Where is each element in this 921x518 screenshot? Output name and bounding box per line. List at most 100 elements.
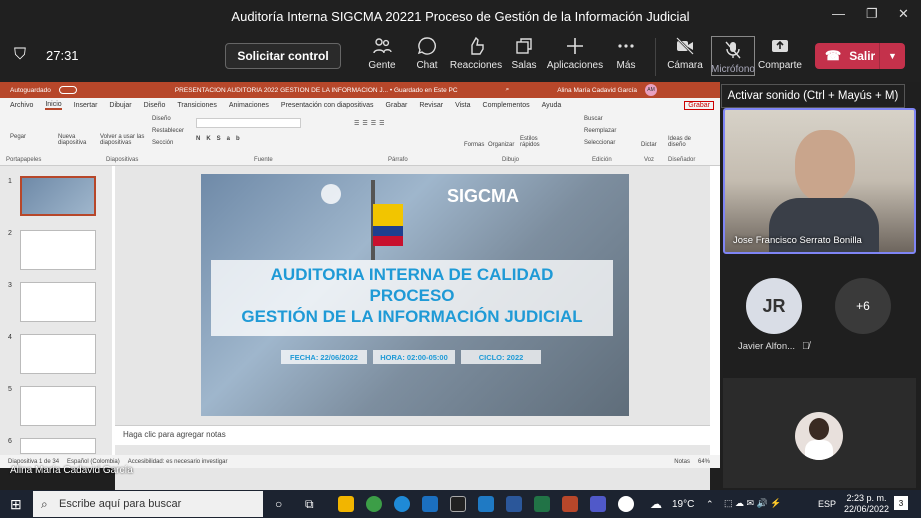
maximize-icon[interactable]: ❐ bbox=[866, 6, 878, 22]
meeting-timer: 27:31 bbox=[46, 48, 79, 63]
camera-button[interactable]: Cámara bbox=[657, 36, 713, 71]
powerpoint-icon[interactable] bbox=[562, 496, 578, 512]
microphone-button[interactable]: Micrófono bbox=[711, 36, 755, 76]
tray-chevron-icon[interactable]: ⌃ bbox=[706, 499, 714, 510]
tab-presentacion[interactable]: Presentación con diapositivas bbox=[281, 102, 374, 109]
slide-number: 5 bbox=[8, 386, 12, 393]
paste-button[interactable]: Pegar bbox=[10, 134, 26, 140]
help-icon[interactable] bbox=[618, 496, 634, 512]
slide-thumbnail[interactable] bbox=[20, 176, 96, 216]
seal-logo bbox=[321, 184, 341, 204]
notes-area[interactable]: Haga clic para agregar notas bbox=[115, 425, 710, 445]
weather-icon: ☁ bbox=[650, 497, 662, 511]
self-video-tile[interactable] bbox=[723, 378, 916, 488]
chevron-down-icon[interactable]: ▼ bbox=[879, 43, 905, 69]
request-control-button[interactable]: Solicitar control bbox=[225, 43, 341, 69]
select-button[interactable]: Seleccionar bbox=[584, 140, 615, 146]
tab-transiciones[interactable]: Transiciones bbox=[177, 102, 216, 109]
self-avatar bbox=[795, 412, 843, 460]
slide-thumbnail[interactable] bbox=[20, 386, 96, 426]
tab-complementos[interactable]: Complementos bbox=[483, 102, 530, 109]
reuse-slides-button[interactable]: Volver a usar las diapositivas bbox=[100, 134, 146, 146]
tab-revisar[interactable]: Revisar bbox=[419, 102, 443, 109]
chat-button[interactable]: Chat bbox=[399, 36, 455, 71]
muted-mic-icon: 🎙̸ bbox=[802, 341, 810, 352]
edge-icon[interactable] bbox=[394, 496, 410, 512]
chrome-icon[interactable] bbox=[366, 496, 382, 512]
slide-cycle: CICLO: 2022 bbox=[461, 350, 541, 364]
cortana-icon[interactable]: ○ bbox=[275, 497, 282, 511]
shapes-button[interactable]: Formas bbox=[464, 142, 484, 148]
replace-button[interactable]: Reemplazar bbox=[584, 128, 616, 134]
current-slide[interactable]: SIGCMA AUDITORIA INTERNA DE CALIDAD PROC… bbox=[201, 174, 629, 416]
slide-thumbnail[interactable] bbox=[20, 334, 96, 374]
task-view-icon[interactable]: ⧉ bbox=[305, 497, 314, 512]
more-participants-button[interactable]: +6 bbox=[835, 278, 891, 334]
excel-icon[interactable] bbox=[534, 496, 550, 512]
ppt-doc-title: PRESENTACION AUDITORIA 2022 GESTION DE L… bbox=[174, 86, 458, 94]
share-button[interactable]: Comparte bbox=[752, 36, 808, 71]
dictate-button[interactable]: Dictar bbox=[641, 142, 657, 148]
flag-image bbox=[373, 204, 403, 226]
notification-badge[interactable]: 3 bbox=[894, 496, 908, 510]
status-accessibility[interactable]: Accesibilidad: es necesario investigar bbox=[128, 459, 228, 465]
participant-video-tile[interactable]: Jose Francisco Serrato Bonilla bbox=[723, 108, 916, 254]
new-slide-button[interactable]: Nueva diapositiva bbox=[58, 134, 98, 146]
keyboard-language[interactable]: ESP bbox=[818, 499, 836, 509]
design-ideas-button[interactable]: Ideas de diseño bbox=[668, 136, 694, 148]
find-button[interactable]: Buscar bbox=[584, 116, 603, 122]
tab-dibujar[interactable]: Dibujar bbox=[109, 102, 131, 109]
tab-vista[interactable]: Vista bbox=[455, 102, 470, 109]
taskbar-search[interactable]: ⌕ Escribe aquí para buscar bbox=[33, 491, 263, 517]
app-icon[interactable] bbox=[450, 496, 466, 512]
tab-animaciones[interactable]: Animaciones bbox=[229, 102, 269, 109]
search-icon[interactable]: ⌕ bbox=[506, 86, 510, 94]
window-titlebar: Auditoría Interna SIGCMA 20221 Proceso d… bbox=[0, 0, 921, 32]
close-icon[interactable]: ✕ bbox=[898, 6, 909, 22]
participant-avatar[interactable]: JR bbox=[746, 278, 802, 334]
search-icon: ⌕ bbox=[41, 496, 48, 511]
taskbar-clock[interactable]: 2:23 p. m. 22/06/2022 bbox=[844, 493, 889, 515]
section-button[interactable]: Sección bbox=[152, 140, 173, 146]
windows-start-icon[interactable]: ⊞ bbox=[10, 496, 22, 513]
mail-icon[interactable] bbox=[478, 496, 494, 512]
file-explorer-icon[interactable] bbox=[338, 496, 354, 512]
layout-button[interactable]: Diseño bbox=[152, 116, 171, 122]
participant-name: Jose Francisco Serrato Bonilla bbox=[733, 235, 862, 246]
quick-styles-button[interactable]: Estilos rápidos bbox=[520, 136, 544, 148]
word-icon[interactable] bbox=[506, 496, 522, 512]
autosave-toggle[interactable] bbox=[58, 86, 77, 94]
camera-label: Cámara bbox=[667, 60, 703, 71]
tab-ayuda[interactable]: Ayuda bbox=[542, 102, 562, 109]
font-format-icons[interactable]: NKSab bbox=[196, 136, 246, 142]
tray-icons[interactable]: ⬚ ☁ ✉ 🔊 ⚡ bbox=[724, 498, 781, 509]
leave-button[interactable]: ☎ Salir ▼ bbox=[815, 43, 905, 69]
apps-label: Aplicaciones bbox=[546, 60, 604, 71]
font-name-select[interactable] bbox=[196, 118, 301, 128]
status-slide-count: Diapositiva 1 de 34 bbox=[8, 458, 60, 465]
arrange-button[interactable]: Organizar bbox=[488, 142, 514, 148]
record-button[interactable]: Grabar bbox=[684, 100, 714, 110]
tab-inicio[interactable]: Inicio bbox=[45, 101, 62, 110]
apps-button[interactable]: Aplicaciones bbox=[547, 36, 603, 71]
temperature[interactable]: 19°C bbox=[672, 499, 694, 510]
more-button[interactable]: Más bbox=[598, 36, 654, 71]
tab-grabar[interactable]: Grabar bbox=[386, 102, 408, 109]
more-label: Más bbox=[616, 60, 636, 71]
notes-toggle[interactable]: Notas bbox=[674, 459, 690, 465]
teams-icon[interactable] bbox=[590, 496, 606, 512]
slide-thumbnail[interactable] bbox=[20, 230, 96, 270]
slide-thumbnail[interactable] bbox=[20, 282, 96, 322]
slide-thumbnail[interactable] bbox=[20, 438, 96, 454]
tab-diseno[interactable]: Diseño bbox=[144, 102, 166, 109]
minimize-icon[interactable]: — bbox=[832, 6, 845, 21]
group-dibujo: Dibujo bbox=[502, 157, 520, 163]
group-parrafo: Párrafo bbox=[388, 157, 408, 163]
rooms-button[interactable]: Salas bbox=[496, 36, 552, 71]
tab-insertar[interactable]: Insertar bbox=[74, 102, 98, 109]
store-icon[interactable] bbox=[422, 496, 438, 512]
tab-archivo[interactable]: Archivo bbox=[10, 102, 33, 109]
reset-button[interactable]: Restablecer bbox=[152, 128, 184, 134]
zoom-level[interactable]: 64% bbox=[698, 459, 710, 465]
paragraph-icons[interactable]: ☰☰☰☰ bbox=[354, 120, 388, 127]
